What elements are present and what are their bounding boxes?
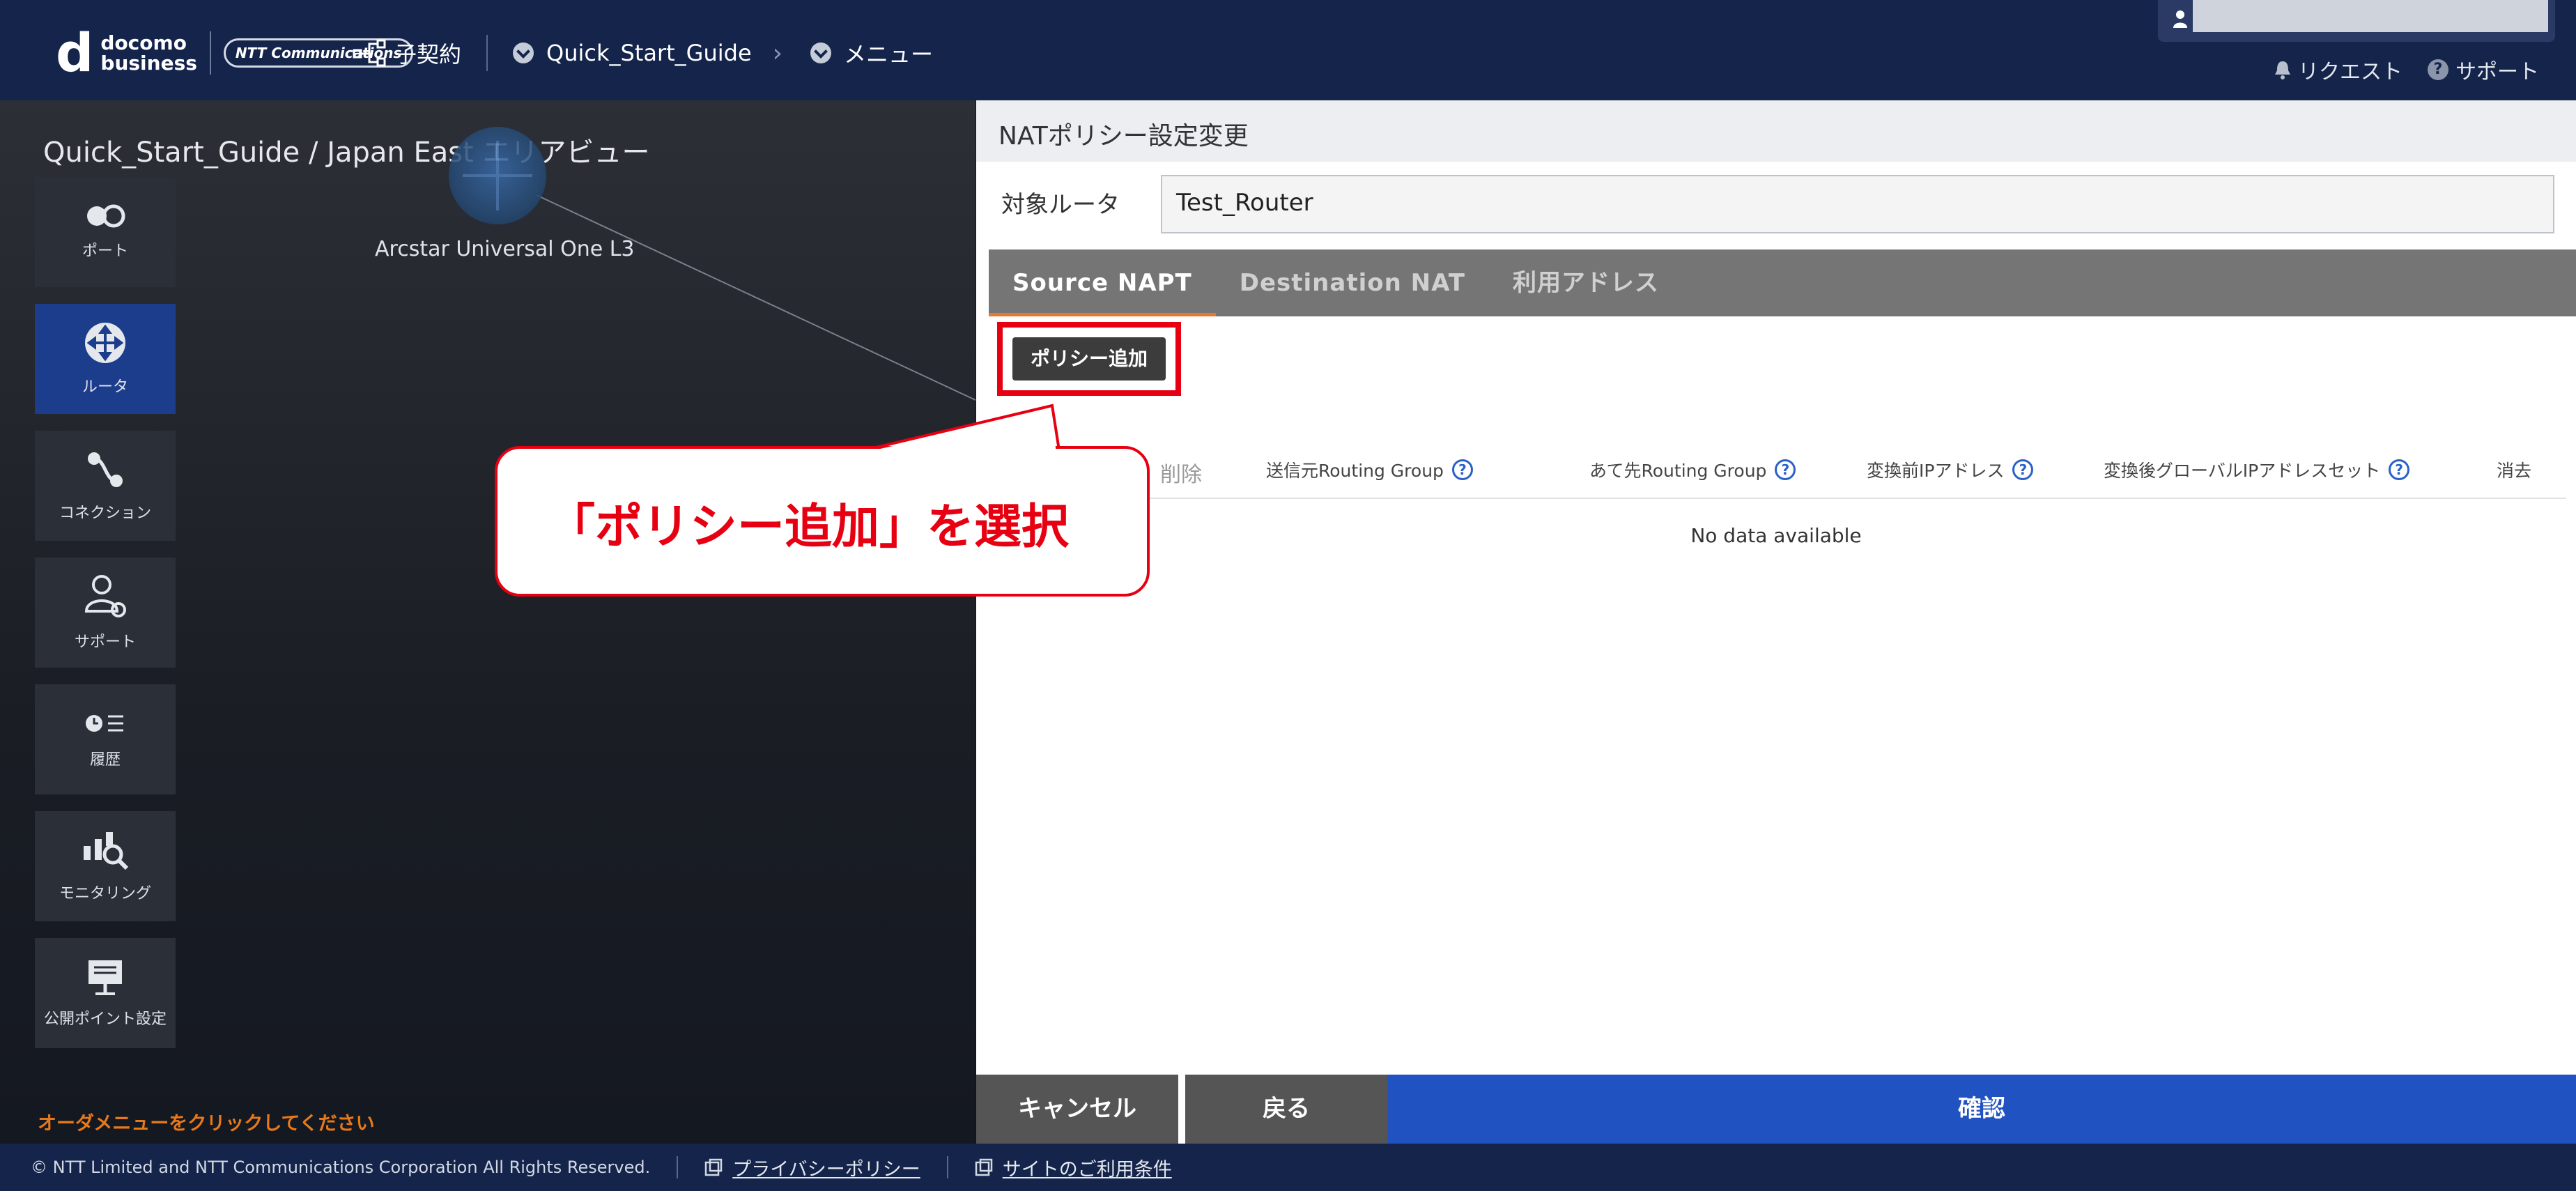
col-dst-routing-group: あて先Routing Group? bbox=[1589, 457, 1796, 482]
policy-table-header: 削除 送信元Routing Group? あて先Routing Group? 変… bbox=[976, 442, 2576, 498]
empty-table-message: No data available bbox=[1690, 524, 1862, 547]
help-circle-icon: ? bbox=[2428, 59, 2448, 80]
order-sidebar: ポート ルータ コネクション サポート 履歴 モニタリング 公開ポイント設定 bbox=[35, 177, 176, 1065]
order-menu-hint: オーダメニューをクリックしてください bbox=[38, 1113, 375, 1135]
panel-title: NATポリシー設定変更 bbox=[976, 100, 2576, 162]
area-view-title: Quick_Start_Guide / Japan East エリアビュー bbox=[43, 137, 650, 169]
sidebar-item-port[interactable]: ポート bbox=[35, 177, 176, 287]
logo-wordmark: docomo business bbox=[100, 31, 197, 75]
bell-icon bbox=[2275, 61, 2290, 79]
history-icon bbox=[86, 715, 123, 732]
area-view-panel: Quick_Start_Guide / Japan East エリアビュー Ar… bbox=[0, 100, 975, 1144]
sidebar-item-monitoring[interactable]: モニタリング bbox=[35, 811, 176, 921]
breadcrumb-menu[interactable]: メニュー bbox=[844, 37, 933, 69]
tab-used-addresses[interactable]: 利用アドレス bbox=[1489, 249, 1683, 316]
tab-source-napt[interactable]: Source NAPT bbox=[989, 249, 1216, 316]
help-icon[interactable]: ? bbox=[2389, 459, 2410, 480]
help-icon[interactable]: ? bbox=[1451, 459, 1473, 480]
sidebar-item-support[interactable]: サポート bbox=[35, 558, 176, 668]
header-divider bbox=[486, 35, 488, 71]
breadcrumb-separator-icon: › bbox=[772, 38, 783, 68]
footer-divider bbox=[946, 1156, 948, 1178]
monitoring-icon bbox=[84, 832, 129, 870]
support-link[interactable]: ? サポート bbox=[2428, 54, 2539, 85]
target-router-field: Test_Router bbox=[1161, 175, 2554, 233]
instruction-callout: 「ポリシー追加」を選択 bbox=[495, 446, 1150, 597]
user-menu[interactable] bbox=[2158, 0, 2555, 42]
user-name-redacted bbox=[2193, 0, 2548, 32]
chevron-down-icon[interactable] bbox=[513, 43, 534, 63]
universal-one-node-icon[interactable] bbox=[449, 127, 546, 224]
nat-policy-panel: NATポリシー設定変更 対象ルータ Test_Router Source NAP… bbox=[976, 100, 2576, 1144]
chevron-down-icon[interactable] bbox=[810, 43, 832, 63]
table-divider bbox=[989, 498, 2566, 499]
footer-bar: © NTT Limited and NTT Communications Cor… bbox=[0, 1144, 2576, 1191]
header-links: リクエスト ? サポート bbox=[2273, 54, 2564, 85]
confirm-button[interactable]: 確認 bbox=[1387, 1075, 2576, 1144]
network-node-icon bbox=[463, 141, 532, 210]
col-src-routing-group: 送信元Routing Group? bbox=[1266, 457, 1473, 482]
copyright-text: © NTT Limited and NTT Communications Cor… bbox=[31, 1158, 651, 1177]
footer-divider bbox=[677, 1156, 679, 1178]
sidebar-item-connection[interactable]: コネクション bbox=[35, 431, 176, 541]
contract-tree-icon bbox=[353, 39, 386, 67]
node-label: Arcstar Universal One L3 bbox=[375, 237, 635, 261]
header-navigation: 子契約 Quick_Start_Guide › メニュー bbox=[353, 35, 933, 71]
public-point-icon bbox=[88, 960, 122, 995]
privacy-policy-link[interactable]: プライバシーポリシー bbox=[704, 1154, 920, 1181]
col-delete: 削除 bbox=[1160, 463, 1202, 487]
tab-destination-nat[interactable]: Destination NAT bbox=[1216, 249, 1489, 316]
sidebar-item-router[interactable]: ルータ bbox=[35, 304, 176, 414]
sidebar-item-public-point[interactable]: 公開ポイント設定 bbox=[35, 938, 176, 1048]
breadcrumb-project[interactable]: Quick_Start_Guide bbox=[546, 40, 752, 66]
back-button[interactable]: 戻る bbox=[1185, 1075, 1387, 1144]
nat-tab-bar: Source NAPT Destination NAT 利用アドレス bbox=[989, 249, 2576, 316]
target-router-label: 対象ルータ bbox=[1001, 191, 1120, 219]
highlight-box: ポリシー追加 bbox=[997, 322, 1181, 396]
connection-icon bbox=[88, 452, 123, 487]
logo-divider bbox=[209, 31, 211, 75]
contract-link[interactable]: 子契約 bbox=[394, 37, 461, 69]
terms-of-use-link[interactable]: サイトのご利用条件 bbox=[975, 1154, 1172, 1181]
help-icon[interactable]: ? bbox=[1775, 459, 1796, 480]
col-post-global-ip-set: 変換後グローバルIPアドレスセット? bbox=[2104, 457, 2410, 482]
request-link[interactable]: リクエスト bbox=[2273, 54, 2403, 85]
port-icon bbox=[87, 204, 125, 228]
user-icon bbox=[2173, 10, 2187, 28]
external-link-icon bbox=[975, 1158, 992, 1176]
sidebar-item-history[interactable]: 履歴 bbox=[35, 684, 176, 794]
external-link-icon bbox=[705, 1158, 723, 1176]
top-header: d docomo business NTT Communications 子契約… bbox=[0, 0, 2576, 100]
add-policy-button[interactable]: ポリシー追加 bbox=[1012, 337, 1166, 381]
router-icon bbox=[85, 323, 125, 363]
panel-action-bar: キャンセル 戻る 確認 bbox=[976, 1075, 2576, 1144]
help-icon[interactable]: ? bbox=[2012, 459, 2034, 480]
support-user-icon bbox=[84, 575, 126, 617]
col-erase: 消去 bbox=[2497, 461, 2532, 481]
cancel-button[interactable]: キャンセル bbox=[976, 1075, 1178, 1144]
callout-text: 「ポリシー追加」を選択 bbox=[548, 500, 1070, 555]
col-pre-ip: 変換前IPアドレス? bbox=[1867, 457, 2034, 482]
logo-d-mark: d bbox=[56, 22, 94, 84]
